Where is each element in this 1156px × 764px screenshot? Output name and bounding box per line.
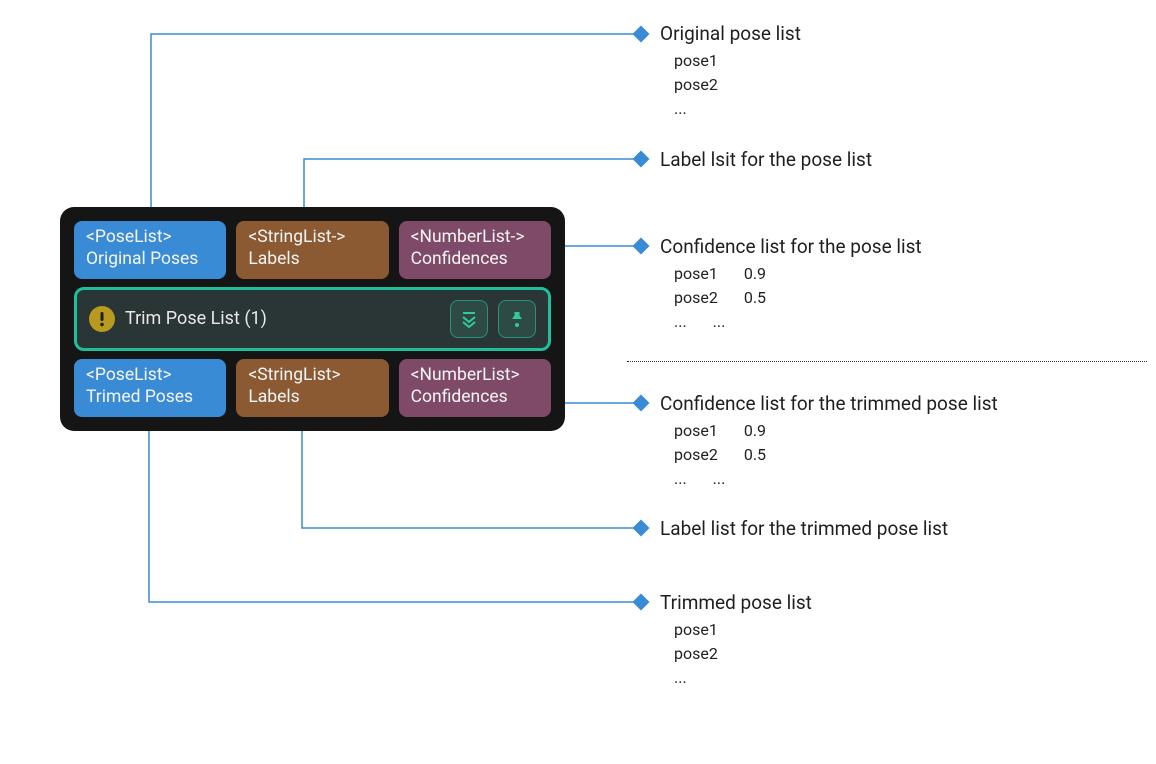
annotation-trimmed-label-list: Label list for the trimmed pose list <box>660 517 948 544</box>
callout-diamond <box>633 151 650 168</box>
annotation-items: pose10.9 pose20.5 ...... <box>660 419 998 491</box>
output-port-labels[interactable]: <StringList> Labels <box>236 359 388 417</box>
port-type: <PoseList> <box>86 227 214 249</box>
annotation-title: Confidence list for the pose list <box>660 235 922 258</box>
annotation-label-list: Label lsit for the pose list <box>660 148 872 175</box>
port-type: <NumberList-> <box>411 227 539 249</box>
insert-down-icon[interactable] <box>498 300 536 338</box>
callout-diamond <box>633 520 650 537</box>
callout-diamond <box>633 26 650 43</box>
callout-diamond <box>633 395 650 412</box>
callout-diamond <box>633 594 650 611</box>
port-type: <StringList> <box>248 365 376 387</box>
callout-diamond <box>633 238 650 255</box>
annotation-trimmed-pose-list: Trimmed pose list pose1 pose2 ... <box>660 591 812 690</box>
output-port-trimmed-poses[interactable]: <PoseList> Trimed Poses <box>74 359 226 417</box>
annotation-title: Original pose list <box>660 22 801 45</box>
trim-pose-list-node: <PoseList> Original Poses <StringList-> … <box>60 207 565 431</box>
port-type: <NumberList> <box>411 365 539 387</box>
annotation-confidence-list: Confidence list for the pose list pose10… <box>660 235 922 334</box>
port-name: Trimed Poses <box>86 387 214 409</box>
section-divider <box>627 361 1147 362</box>
annotation-items: pose10.9 pose20.5 ...... <box>660 262 922 334</box>
input-port-labels[interactable]: <StringList-> Labels <box>236 221 388 279</box>
port-type: <PoseList> <box>86 365 214 387</box>
input-port-confidences[interactable]: <NumberList-> Confidences <box>399 221 551 279</box>
node-title: Trim Pose List (1) <box>125 308 440 329</box>
port-name: Confidences <box>411 249 539 271</box>
annotation-original-pose-list: Original pose list pose1 pose2 ... <box>660 22 801 121</box>
port-type: <StringList-> <box>248 227 376 249</box>
node-body[interactable]: Trim Pose List (1) <box>74 287 551 351</box>
port-name: Labels <box>248 387 376 409</box>
annotation-items: pose1 pose2 ... <box>660 49 801 121</box>
expand-down-icon[interactable] <box>450 300 488 338</box>
input-ports-row: <PoseList> Original Poses <StringList-> … <box>74 221 551 279</box>
output-ports-row: <PoseList> Trimed Poses <StringList> Lab… <box>74 359 551 417</box>
input-port-original-poses[interactable]: <PoseList> Original Poses <box>74 221 226 279</box>
port-name: Confidences <box>411 387 539 409</box>
annotation-title: Confidence list for the trimmed pose lis… <box>660 392 998 415</box>
output-port-confidences[interactable]: <NumberList> Confidences <box>399 359 551 417</box>
port-name: Original Poses <box>86 249 214 271</box>
annotation-title: Trimmed pose list <box>660 591 812 614</box>
annotation-title: Label list for the trimmed pose list <box>660 517 948 540</box>
port-name: Labels <box>248 249 376 271</box>
annotation-items: pose1 pose2 ... <box>660 618 812 690</box>
annotation-trimmed-confidence-list: Confidence list for the trimmed pose lis… <box>660 392 998 491</box>
annotation-title: Label lsit for the pose list <box>660 148 872 171</box>
warning-icon <box>89 306 115 332</box>
